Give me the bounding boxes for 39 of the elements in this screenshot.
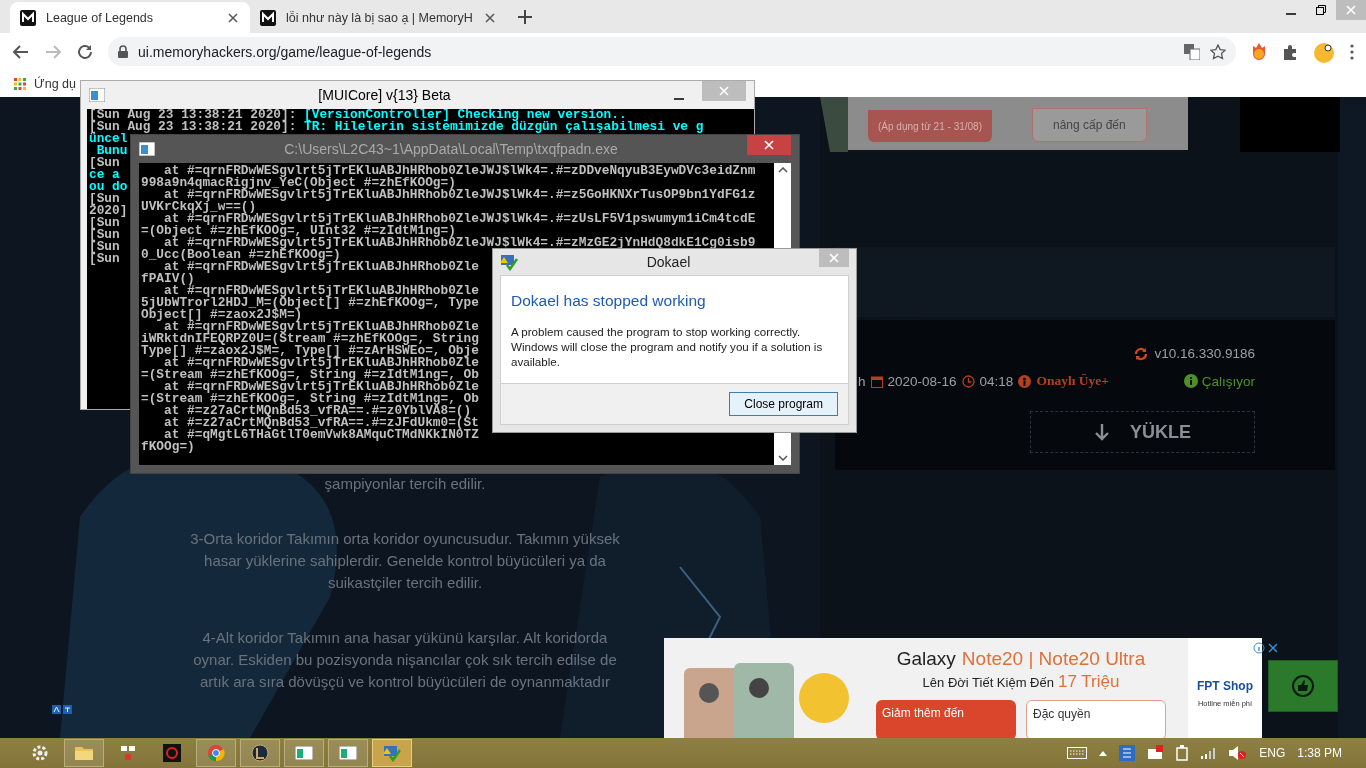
site-logo-icon — [20, 9, 36, 26]
flame-face-icon[interactable] — [1250, 42, 1268, 61]
lock-icon — [118, 45, 128, 58]
window-icon — [339, 746, 357, 760]
menu-icon[interactable] — [1350, 43, 1354, 60]
minimize-icon — [1286, 13, 1296, 15]
reload-icon[interactable] — [76, 42, 94, 61]
close-icon — [719, 86, 729, 96]
app-tray-icon[interactable] — [1119, 745, 1136, 761]
bookmark-link[interactable]: Ứng dụ — [34, 76, 76, 91]
window-icon — [295, 746, 313, 760]
folder-icon — [74, 745, 94, 761]
star-icon[interactable] — [1210, 43, 1226, 60]
taskbar-button[interactable] — [284, 739, 324, 767]
browser-icon — [207, 744, 225, 762]
keyboard-icon[interactable] — [1067, 747, 1088, 759]
close-icon[interactable] — [482, 10, 497, 25]
restore-icon — [1316, 5, 1326, 15]
browser-tab[interactable]: League of Legends — [10, 2, 250, 33]
taskbar-button[interactable] — [372, 739, 412, 767]
apps-icon[interactable] — [14, 77, 26, 90]
signal-icon[interactable] — [1201, 747, 1218, 759]
shield-icon — [251, 744, 269, 762]
speaker-muted-icon[interactable] — [1229, 746, 1248, 760]
game-icon — [163, 744, 181, 762]
browser-tab[interactable]: lỗi như này là bị sao ạ | MemoryH — [250, 2, 507, 33]
clock-text[interactable]: 1:38 PM — [1297, 746, 1342, 760]
close-icon — [1346, 5, 1356, 15]
taskbar-button[interactable] — [328, 739, 368, 767]
warning-check-icon — [383, 744, 401, 762]
caret-up-icon[interactable] — [1099, 750, 1108, 756]
address-bar[interactable]: ui.memoryhackers.org/game/league-of-legends — [108, 37, 1236, 66]
language-indicator[interactable]: ENG — [1259, 746, 1286, 760]
close-icon[interactable] — [226, 10, 240, 25]
back-icon[interactable] — [12, 42, 30, 61]
taskbar-button[interactable] — [240, 739, 280, 767]
gear-icon — [31, 744, 49, 762]
site-logo-icon — [260, 9, 276, 26]
puzzle-icon[interactable] — [1282, 43, 1298, 60]
